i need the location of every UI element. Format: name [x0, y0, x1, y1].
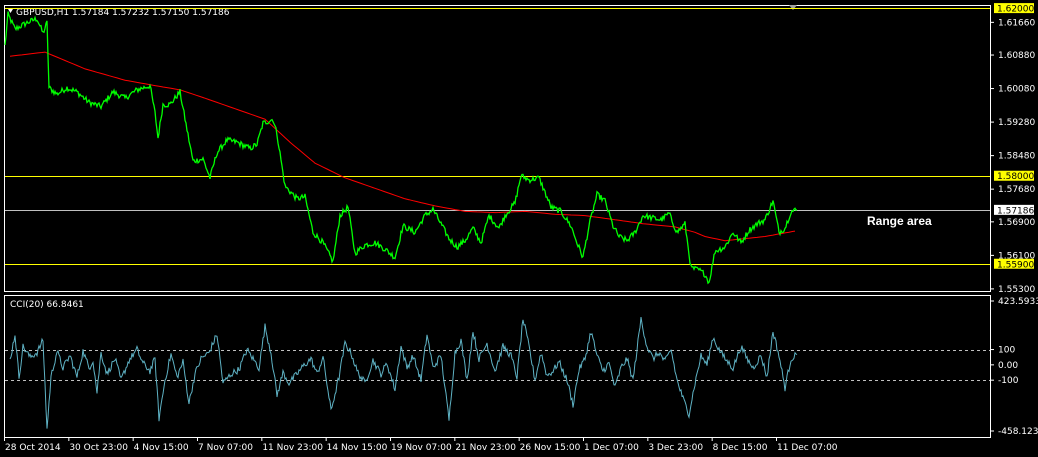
price-tag-label: 1.58000 — [997, 172, 1034, 182]
cci-tick-label: -100 — [998, 376, 1019, 386]
cci-indicator-label: CCI(20) 66.8461 — [10, 300, 84, 310]
time-tick-label: 26 Nov 15:00 — [520, 443, 581, 453]
range-area-annotation: Range area — [867, 214, 932, 228]
price-tick-label: 1.55300 — [998, 285, 1035, 295]
time-tick-label: 28 Oct 2014 — [5, 443, 61, 453]
price-tag-label: 1.57186 — [997, 206, 1034, 216]
time-tick-label: 1 Dec 07:00 — [584, 443, 639, 453]
cci-tick-label: 0.00 — [998, 361, 1018, 371]
time-tick-label: 4 Nov 15:00 — [134, 443, 189, 453]
price-tick-label: 1.57680 — [998, 185, 1035, 195]
price-tick-label: 1.60880 — [998, 51, 1035, 61]
time-tick-label: 11 Dec 07:00 — [777, 443, 838, 453]
time-tick-label: 11 Nov 23:00 — [262, 443, 323, 453]
time-tick-label: 30 Oct 23:00 — [69, 443, 128, 453]
time-tick-label: 19 Nov 07:00 — [391, 443, 452, 453]
cci-tick-label: 423.5933 — [998, 297, 1038, 307]
time-tick-label: 21 Nov 23:00 — [455, 443, 516, 453]
chart-canvas[interactable]: GBPUSD,H1 1.57184 1.57232 1.57150 1.5718… — [0, 0, 1038, 457]
time-tick-label: 3 Dec 23:00 — [648, 443, 703, 453]
price-tag-label: 1.62000 — [997, 5, 1034, 15]
price-tick-label: 1.56900 — [998, 218, 1035, 228]
symbol-info-label: GBPUSD,H1 1.57184 1.57232 1.57150 1.5718… — [16, 8, 230, 18]
cci-tick-label: -458.1239 — [998, 427, 1038, 437]
price-tick-label: 1.60080 — [998, 85, 1035, 95]
chart-background — [0, 0, 1038, 457]
cci-tick-label: 100 — [998, 346, 1015, 356]
price-tick-label: 1.61660 — [998, 18, 1035, 28]
time-tick-label: 14 Nov 15:00 — [327, 443, 388, 453]
price-tick-label: 1.58480 — [998, 152, 1035, 162]
time-tick-label: 8 Dec 15:00 — [713, 443, 768, 453]
time-tick-label: 7 Nov 07:00 — [198, 443, 253, 453]
price-tick-label: 1.59280 — [998, 118, 1035, 128]
price-tag-label: 1.55900 — [997, 260, 1034, 270]
